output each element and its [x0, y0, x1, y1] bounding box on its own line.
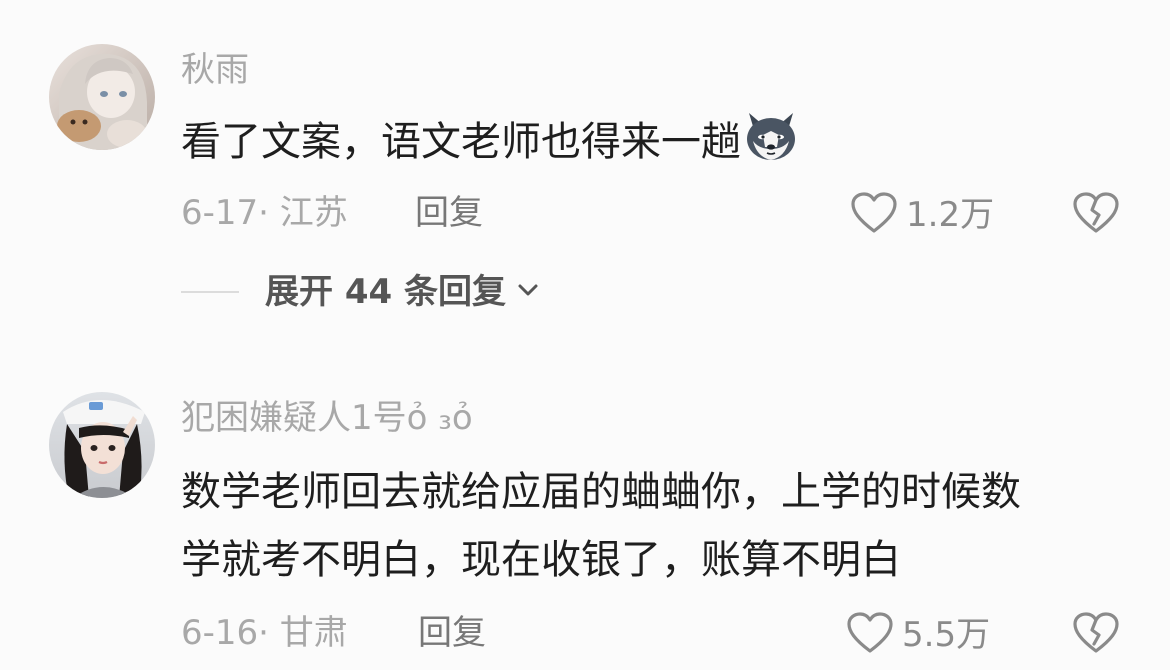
chevron-down-icon — [516, 282, 540, 302]
comment-date-location: 6-17· 江苏 — [181, 193, 348, 233]
username[interactable]: 犯困嫌疑人1号ỏ ₃ỏ — [181, 398, 473, 438]
heart-icon — [846, 611, 894, 659]
reply-button[interactable]: 回复 — [418, 613, 486, 653]
like-button[interactable]: 5.5万 — [846, 611, 990, 659]
comment-date-location: 6-16· 甘肃 — [181, 613, 348, 653]
like-button[interactable]: 1.2万 — [850, 191, 994, 239]
dislike-button[interactable] — [1072, 611, 1120, 659]
heart-icon — [850, 191, 898, 239]
husky-emoji-icon — [743, 109, 799, 184]
dislike-button[interactable] — [1072, 191, 1120, 239]
comment-text-line1: 数学老师回去就给应届的蛐蛐你，上学的时候数 — [181, 469, 1021, 515]
divider — [181, 291, 239, 293]
like-count: 5.5万 — [902, 615, 991, 655]
avatar[interactable] — [49, 392, 155, 498]
expand-replies-label: 展开 44 条回复 — [265, 272, 506, 312]
like-count: 1.2万 — [906, 195, 995, 235]
comment-list: 秋雨 看了文案，语文老师也得来一趟 6-17· 江苏 回复 1.2万 展开 44… — [0, 0, 1170, 670]
reply-button[interactable]: 回复 — [415, 193, 483, 233]
broken-heart-icon — [1072, 192, 1120, 239]
avatar[interactable] — [49, 44, 155, 150]
comment-text-line2: 学就考不明白，现在收银了，账算不明白 — [181, 537, 901, 583]
comment-body: 看了文案，语文老师也得来一趟 — [181, 119, 741, 165]
expand-replies-button[interactable]: 展开 44 条回复 — [181, 272, 540, 312]
username[interactable]: 秋雨 — [181, 50, 249, 90]
broken-heart-icon — [1072, 612, 1120, 659]
comment-text: 看了文案，语文老师也得来一趟 — [181, 108, 799, 184]
